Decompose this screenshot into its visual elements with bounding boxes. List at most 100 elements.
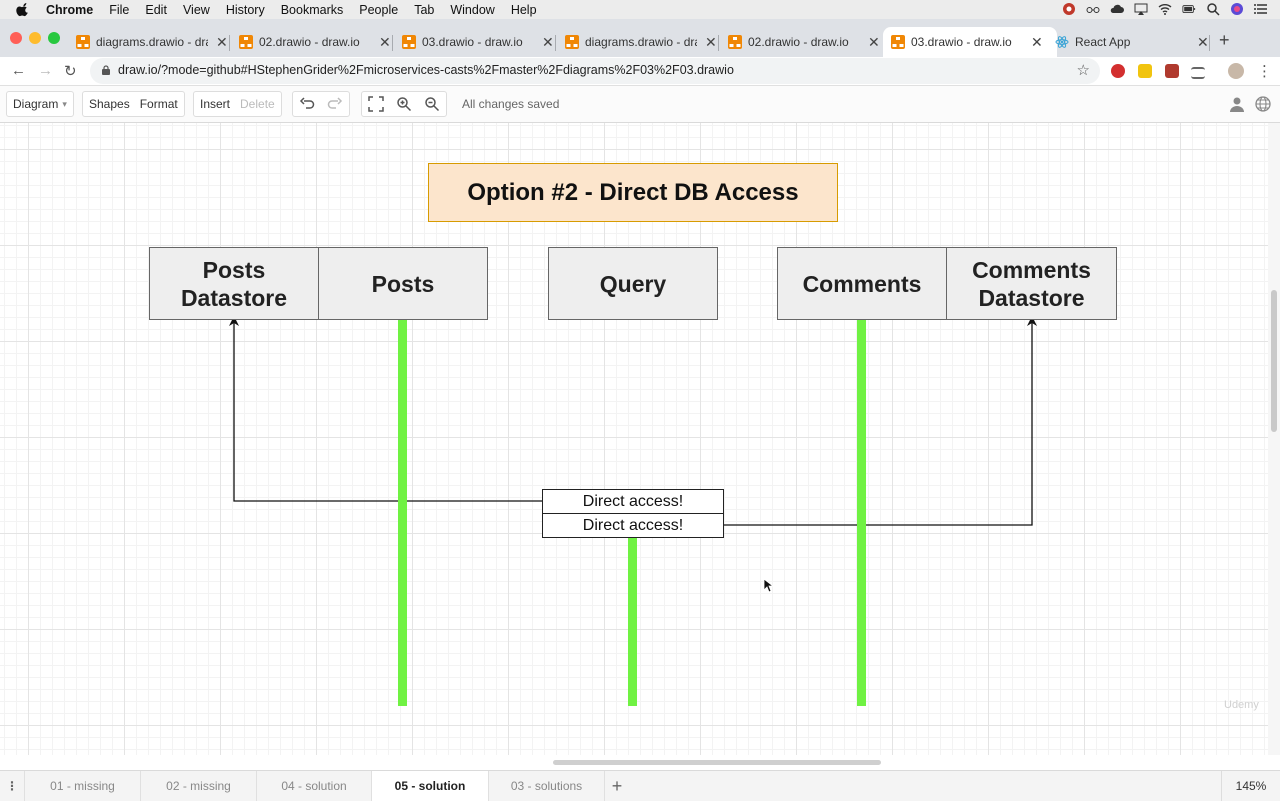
view-group	[361, 91, 447, 117]
menu-help[interactable]: Help	[511, 3, 537, 17]
close-tab-icon[interactable]: ✕	[542, 34, 554, 51]
user-icon[interactable]	[1229, 96, 1245, 112]
menu-history[interactable]: History	[226, 3, 265, 17]
delete-button[interactable]: Delete	[240, 97, 275, 111]
menu-file[interactable]: File	[109, 3, 129, 17]
connector-arrow[interactable]	[229, 316, 542, 502]
horizontal-scroll-thumb[interactable]	[553, 760, 881, 765]
diagram-menu-button[interactable]: Diagram ▾	[6, 91, 74, 117]
message-label[interactable]: Direct access!	[542, 513, 724, 538]
lifeline-posts[interactable]	[398, 319, 407, 706]
spotlight-search-icon[interactable]	[1206, 2, 1220, 16]
macos-menu-bar: Chrome File Edit View History Bookmarks …	[0, 0, 1280, 19]
reload-icon[interactable]: ↻	[64, 62, 77, 80]
extension-icon[interactable]	[1191, 67, 1205, 79]
window-minimize-button[interactable]	[29, 32, 41, 44]
extension-icon[interactable]	[1165, 64, 1179, 78]
tab-title: 03.drawio - draw.io	[911, 35, 1012, 49]
menu-tab[interactable]: Tab	[414, 3, 434, 17]
avatar[interactable]	[1228, 63, 1244, 79]
window-close-button[interactable]	[10, 32, 22, 44]
lifeline-query[interactable]	[628, 537, 637, 706]
close-tab-icon[interactable]: ✕	[379, 34, 391, 51]
browser-tab-strip: diagrams.drawio - draw.io ✕ 02.drawio - …	[0, 19, 1280, 57]
siri-icon[interactable]	[1230, 2, 1244, 16]
browser-tab[interactable]: 02.drawio - draw.io ✕	[728, 27, 880, 57]
undo-icon[interactable]	[299, 96, 315, 112]
browser-tab-active[interactable]: 03.drawio - draw.io ✕	[883, 27, 1057, 57]
redo-icon[interactable]	[327, 96, 343, 112]
menu-view[interactable]: View	[183, 3, 210, 17]
bookmark-star-icon[interactable]: ☆	[1077, 61, 1090, 79]
tab-title: 02.drawio - draw.io	[748, 35, 849, 49]
battery-icon[interactable]	[1182, 2, 1196, 16]
close-tab-icon[interactable]: ✕	[868, 34, 880, 51]
browser-tab[interactable]: React App ✕	[1055, 27, 1209, 57]
connector-arrow[interactable]	[723, 316, 1037, 526]
insert-button[interactable]: Insert	[200, 97, 230, 111]
service-box-posts[interactable]: Posts	[318, 247, 488, 320]
close-tab-icon[interactable]: ✕	[705, 34, 717, 51]
drawio-icon	[239, 35, 253, 49]
format-button[interactable]: Format	[140, 97, 178, 111]
chevron-down-icon: ▾	[62, 98, 67, 109]
airplay-icon[interactable]	[1134, 2, 1148, 16]
page-tab[interactable]: 01 - missing	[25, 771, 141, 801]
browser-address-bar: ← → ↻ draw.io/?mode=github#HStephenGride…	[0, 57, 1280, 86]
menu-bookmarks[interactable]: Bookmarks	[281, 3, 344, 17]
page-tab[interactable]: 04 - solution	[257, 771, 372, 801]
vertical-scroll-thumb[interactable]	[1271, 290, 1277, 432]
close-tab-icon[interactable]: ✕	[1031, 34, 1043, 51]
zoom-out-icon[interactable]	[424, 96, 440, 112]
save-status: All changes saved	[462, 97, 560, 111]
message-label[interactable]: Direct access!	[542, 489, 724, 514]
add-page-icon[interactable]: +	[605, 771, 629, 801]
glasses-icon[interactable]	[1086, 2, 1100, 16]
menu-people[interactable]: People	[359, 3, 398, 17]
globe-icon[interactable]	[1255, 96, 1271, 112]
back-icon[interactable]: ←	[11, 62, 26, 79]
service-box-comments[interactable]: Comments	[777, 247, 947, 320]
zoom-in-icon[interactable]	[396, 96, 412, 112]
panel-toggle-group: Shapes Format	[82, 91, 185, 117]
tab-title: diagrams.drawio - draw.io	[585, 35, 697, 49]
window-zoom-button[interactable]	[48, 32, 60, 44]
drawio-icon	[728, 35, 742, 49]
menu-chrome[interactable]: Chrome	[46, 3, 93, 17]
page-tab-active[interactable]: 05 - solution	[372, 771, 489, 801]
service-box-posts-datastore[interactable]: Posts Datastore	[149, 247, 319, 320]
extension-icon[interactable]	[1138, 64, 1152, 78]
browser-menu-icon[interactable]: ⋮	[1257, 62, 1272, 80]
tab-title: 02.drawio - draw.io	[259, 35, 360, 49]
cloud-icon[interactable]	[1110, 2, 1124, 16]
forward-icon[interactable]: →	[38, 62, 53, 79]
browser-tab[interactable]: diagrams.drawio - draw.io ✕	[565, 27, 717, 57]
page-tab[interactable]: 03 - solutions	[489, 771, 605, 801]
new-tab-icon[interactable]: +	[1219, 30, 1230, 51]
service-box-comments-datastore[interactable]: Comments Datastore	[946, 247, 1117, 320]
browser-tab[interactable]: 03.drawio - draw.io ✕	[402, 27, 554, 57]
page-tab[interactable]: 02 - missing	[141, 771, 257, 801]
tab-title: React App	[1075, 35, 1131, 49]
service-box-query[interactable]: Query	[548, 247, 718, 320]
status-app-icon[interactable]	[1062, 2, 1076, 16]
notification-center-icon[interactable]	[1254, 2, 1268, 16]
close-tab-icon[interactable]: ✕	[216, 34, 228, 51]
wifi-icon[interactable]	[1158, 2, 1172, 16]
menu-edit[interactable]: Edit	[145, 3, 167, 17]
lifeline-comments[interactable]	[857, 319, 866, 706]
ublock-extension-icon[interactable]	[1111, 64, 1125, 78]
apple-icon[interactable]	[16, 2, 30, 17]
browser-tab[interactable]: diagrams.drawio - draw.io ✕	[76, 27, 228, 57]
vertical-scrollbar[interactable]	[1268, 123, 1280, 755]
menu-window[interactable]: Window	[450, 3, 494, 17]
edit-group: Insert Delete	[193, 91, 282, 117]
shapes-button[interactable]: Shapes	[89, 97, 130, 111]
diagram-title[interactable]: Option #2 - Direct DB Access	[428, 163, 838, 222]
zoom-level[interactable]: 145%	[1221, 771, 1280, 801]
browser-tab[interactable]: 02.drawio - draw.io ✕	[239, 27, 391, 57]
fit-window-icon[interactable]	[368, 96, 384, 112]
pages-menu-icon[interactable]: ⋮	[0, 771, 25, 801]
close-tab-icon[interactable]: ✕	[1197, 34, 1209, 51]
url-field[interactable]: draw.io/?mode=github#HStephenGrider%2Fmi…	[90, 58, 1100, 84]
